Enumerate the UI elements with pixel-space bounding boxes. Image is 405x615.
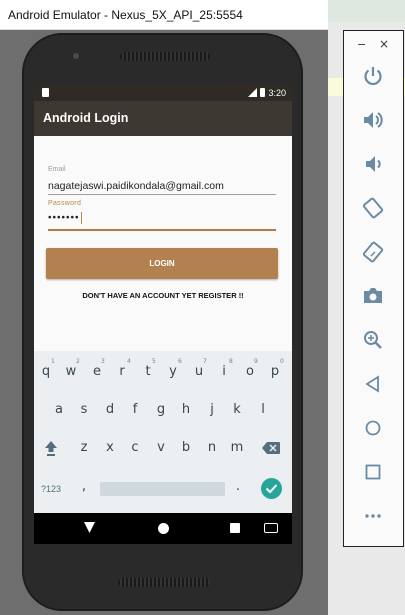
key-m[interactable]: m: [228, 440, 246, 455]
app-title: Android Login: [43, 111, 129, 125]
key-h[interactable]: h: [177, 402, 195, 417]
key-a[interactable]: a: [50, 402, 68, 417]
back-icon[interactable]: [361, 372, 385, 396]
backspace-icon: [262, 442, 280, 454]
symbols-key[interactable]: ?123: [41, 484, 61, 494]
key-n[interactable]: n: [203, 440, 221, 455]
overview-icon[interactable]: [361, 460, 385, 484]
key-y[interactable]: y: [164, 364, 182, 379]
emulator-window: Android Emulator - Nexus_5X_API_25:5554 …: [0, 0, 328, 615]
key-t[interactable]: t: [139, 364, 157, 379]
key-r[interactable]: r: [113, 364, 131, 379]
panel-close-button[interactable]: ×: [379, 37, 389, 51]
shift-icon: [45, 441, 57, 456]
comma-key[interactable]: ,: [75, 479, 93, 494]
key-s[interactable]: s: [75, 402, 93, 417]
phone-speaker-top: [120, 52, 210, 61]
key-u[interactable]: u: [190, 364, 208, 379]
app-toolbar: Android Login: [34, 101, 292, 136]
phone-camera: [73, 53, 79, 59]
shift-key[interactable]: [43, 439, 59, 457]
key-k[interactable]: k: [228, 402, 246, 417]
enter-key[interactable]: [261, 478, 282, 499]
email-label: Email: [48, 166, 66, 173]
register-link[interactable]: DON'T HAVE AN ACCOUNT YET REGISTER !!: [34, 291, 292, 300]
key-d[interactable]: d: [101, 402, 119, 417]
key-v[interactable]: v: [152, 440, 170, 455]
key-q[interactable]: q: [37, 364, 55, 379]
emulator-controls-panel: − ×: [343, 30, 404, 547]
login-button-label: LOGIN: [149, 259, 175, 268]
nav-home-icon[interactable]: [158, 523, 169, 534]
more-icon[interactable]: [361, 504, 385, 528]
login-button[interactable]: LOGIN: [46, 248, 278, 279]
password-label: Password: [48, 200, 82, 207]
password-field[interactable]: •••••••: [48, 212, 82, 224]
key-g[interactable]: g: [152, 402, 170, 417]
soft-keyboard: 1 2 3 4 5 6 7 8 9 0 q w e r t y u i o p …: [34, 351, 292, 513]
keyboard-switch-icon[interactable]: [264, 523, 278, 533]
password-dots: •••••••: [48, 212, 80, 224]
phone-speaker-bottom: [118, 578, 210, 587]
key-p[interactable]: p: [266, 364, 284, 379]
checkmark-icon: [265, 484, 278, 494]
panel-minimize-button[interactable]: −: [357, 38, 366, 51]
email-field[interactable]: nagatejaswi.paidikondala@gmail.com: [48, 180, 224, 192]
nav-recent-icon[interactable]: [230, 523, 240, 533]
key-x[interactable]: x: [101, 440, 119, 455]
window-title: Android Emulator - Nexus_5X_API_25:5554: [8, 8, 243, 22]
volume-up-icon[interactable]: [361, 108, 385, 132]
window-titlebar[interactable]: Android Emulator - Nexus_5X_API_25:5554: [0, 0, 328, 30]
volume-down-icon[interactable]: [361, 152, 385, 176]
navigation-bar: [34, 513, 292, 544]
key-l[interactable]: l: [254, 402, 272, 417]
key-w[interactable]: w: [62, 364, 80, 379]
status-icons: 3:20: [248, 87, 286, 98]
device-screen[interactable]: 3:20 Android Login Email nagatejaswi.pai…: [34, 84, 292, 544]
background-toolbar: [328, 0, 405, 22]
space-bar[interactable]: [100, 482, 225, 496]
backspace-key[interactable]: [262, 441, 280, 454]
home-icon[interactable]: [361, 416, 385, 440]
rotate-left-icon[interactable]: [361, 196, 385, 220]
nav-back-icon[interactable]: [84, 522, 95, 534]
key-c[interactable]: c: [126, 440, 144, 455]
period-key[interactable]: .: [229, 479, 247, 494]
key-b[interactable]: b: [177, 440, 195, 455]
text-cursor: [80, 212, 82, 224]
power-icon[interactable]: [361, 64, 385, 88]
signal-icon: [248, 88, 258, 97]
status-time: 3:20: [268, 87, 286, 98]
password-underline: [48, 229, 276, 231]
key-j[interactable]: j: [203, 402, 221, 417]
camera-icon[interactable]: [361, 284, 385, 308]
email-underline: [48, 194, 276, 195]
key-z[interactable]: z: [75, 440, 93, 455]
notification-icon: [42, 88, 49, 97]
battery-icon: [260, 88, 266, 97]
key-f[interactable]: f: [126, 402, 144, 417]
status-bar: 3:20: [34, 84, 292, 101]
key-e[interactable]: e: [88, 364, 106, 379]
zoom-icon[interactable]: [361, 328, 385, 352]
rotate-right-icon[interactable]: [361, 240, 385, 264]
key-i[interactable]: i: [215, 364, 233, 379]
key-o[interactable]: o: [241, 364, 259, 379]
